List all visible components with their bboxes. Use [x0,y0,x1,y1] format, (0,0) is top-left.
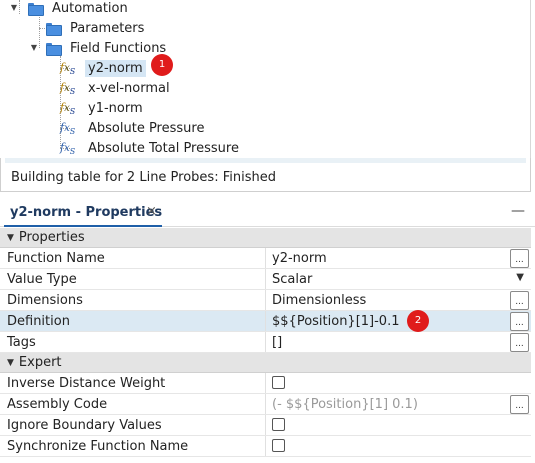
property-name: Synchronize Function Name [7,439,189,454]
property-value[interactable]: Scalar [272,272,312,287]
property-value[interactable]: [] [272,335,282,350]
property-name: Function Name [7,251,105,266]
tab-properties[interactable]: y2-norm - Properties [10,205,162,220]
status-text: Building table for 2 Line Probes: Finish… [11,170,276,185]
tree-item-label: Automation [52,0,128,16]
property-name: Value Type [7,272,77,287]
user-field-function-icon: fxS [60,81,76,96]
section-header-expert[interactable]: ▼ Expert [0,353,531,373]
property-row-value-type[interactable]: Value Type Scalar ▼ [0,269,531,290]
ellipsis-button[interactable]: ... [510,333,529,352]
property-row-assembly-code[interactable]: Assembly Code (- $${Position}[1] 0.1) ..… [0,394,531,415]
tree-guide [39,14,40,48]
synchronize-function-name-checkbox[interactable] [272,439,285,452]
column-divider [265,415,266,435]
output-scroll-strip [5,158,526,163]
ellipsis-button[interactable]: ... [510,249,529,268]
properties-tab-bar: y2-norm - Properties × — [0,201,535,227]
minimize-icon[interactable]: — [511,203,525,219]
field-function-icon: fxS [60,141,76,156]
tree-item-label: Parameters [70,20,145,36]
dropdown-arrow-icon[interactable]: ▼ [516,272,524,283]
ellipsis-button[interactable]: ... [510,312,529,331]
tree-item-label: y2-norm [85,59,146,77]
tree-item-y1-norm[interactable]: fxS y1-norm [60,98,146,118]
user-field-function-icon: fxS [60,61,76,76]
section-header-properties[interactable]: ▼ Properties [0,228,531,248]
tree-item-absolute-pressure[interactable]: fxS Absolute Pressure [60,118,207,138]
tree-item-automation[interactable]: Automation [28,0,131,18]
property-row-dimensions[interactable]: Dimensions Dimensionless ... [0,290,531,311]
property-name: Assembly Code [7,397,108,412]
property-row-function-name[interactable]: Function Name y2-norm ... [0,248,531,269]
property-value: (- $${Position}[1] 0.1) [272,397,418,412]
tree-item-label: y1-norm [88,100,143,116]
tree-item-label: Absolute Pressure [88,120,205,136]
property-row-synchronize-function-name[interactable]: Synchronize Function Name [0,436,531,457]
tree-item-label: Absolute Total Pressure [88,140,239,156]
property-name: Tags [7,335,36,350]
object-tree: ▼ Automation Parameters ▼ Field Function… [0,0,531,160]
column-divider [265,332,266,352]
folder-icon [46,22,62,36]
column-divider [265,436,266,456]
collapse-arrow-icon[interactable]: ▼ [9,3,19,13]
annotation-callout-2: 2 [407,310,429,332]
property-name: Inverse Distance Weight [7,376,166,391]
property-row-definition[interactable]: Definition $${Position}[1]-0.1 2 ... [0,310,531,332]
column-divider [265,269,266,289]
user-field-function-icon: fxS [60,101,76,116]
column-divider [265,290,266,310]
section-label: Properties [18,230,85,245]
folder-icon [46,42,62,56]
tree-item-absolute-total-pressure[interactable]: fxS Absolute Total Pressure [60,138,242,158]
property-name: Ignore Boundary Values [7,418,162,433]
property-grid: ▼ Properties Function Name y2-norm ... V… [0,228,531,463]
collapse-arrow-icon[interactable]: ▼ [7,358,14,368]
property-value[interactable]: $${Position}[1]-0.1 [272,314,399,329]
field-function-icon: fxS [60,121,76,136]
tree-item-label: Field Functions [70,40,167,56]
column-divider [265,248,266,268]
ellipsis-button[interactable]: ... [510,291,529,310]
ignore-boundary-values-checkbox[interactable] [272,418,285,431]
column-divider [265,373,266,393]
property-row-ignore-boundary-values[interactable]: Ignore Boundary Values [0,415,531,436]
column-divider [265,394,266,414]
ellipsis-button[interactable]: ... [510,395,529,414]
section-label: Expert [18,355,62,370]
tree-item-field-functions[interactable]: Field Functions [46,38,169,58]
output-panel: Building table for 2 Line Probes: Finish… [0,158,531,192]
tree-guide [19,0,20,14]
property-name: Dimensions [7,293,83,308]
property-name: Definition [7,314,70,329]
active-tab-indicator [4,225,162,227]
collapse-arrow-icon[interactable]: ▼ [7,233,14,243]
folder-icon [28,2,44,16]
inverse-distance-weight-checkbox[interactable] [272,376,285,389]
tree-item-label: x-vel-normal [88,80,170,96]
close-icon[interactable]: × [146,204,157,219]
property-row-tags[interactable]: Tags [] ... [0,332,531,353]
tree-item-y2-norm[interactable]: fxS y2-norm [60,58,146,78]
column-divider [265,311,266,331]
tree-item-parameters[interactable]: Parameters [46,18,147,38]
tree-item-x-vel-normal[interactable]: fxS x-vel-normal [60,78,173,98]
property-value[interactable]: Dimensionless [272,293,366,308]
property-value[interactable]: y2-norm [272,251,327,266]
property-row-inverse-distance-weight[interactable]: Inverse Distance Weight [0,373,531,394]
annotation-callout-1: 1 [151,54,173,76]
collapse-arrow-icon[interactable]: ▼ [29,43,39,53]
